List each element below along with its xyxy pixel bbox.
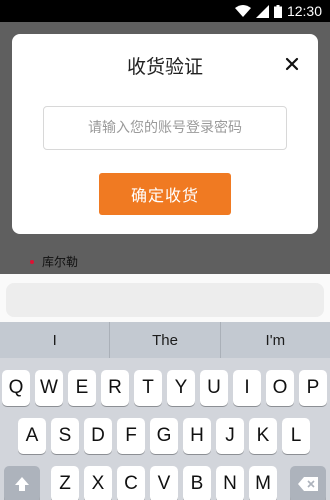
key-s[interactable]: S: [51, 418, 79, 454]
text-input-bar[interactable]: [6, 283, 324, 317]
password-input[interactable]: [43, 106, 287, 150]
key-i[interactable]: I: [233, 370, 261, 406]
list-item-label: 库尔勒: [42, 255, 79, 269]
shift-key[interactable]: [4, 466, 40, 500]
key-u[interactable]: U: [200, 370, 228, 406]
key-p[interactable]: P: [299, 370, 327, 406]
suggestion-bar: I The I'm: [0, 322, 330, 358]
key-x[interactable]: X: [84, 466, 112, 500]
receipt-verification-dialog: 收货验证 确定收货: [12, 34, 318, 234]
key-y[interactable]: Y: [167, 370, 195, 406]
key-r[interactable]: R: [101, 370, 129, 406]
list-item: 库尔勒: [30, 253, 78, 270]
bullet-icon: [30, 259, 34, 264]
key-v[interactable]: V: [150, 466, 178, 500]
status-icons: 12:30: [234, 2, 322, 20]
key-w[interactable]: W: [35, 370, 63, 406]
key-c[interactable]: C: [117, 466, 145, 500]
wifi-icon: [234, 4, 251, 17]
dialog-title: 收货验证: [126, 56, 203, 78]
status-time: 12:30: [286, 3, 322, 19]
key-z[interactable]: Z: [51, 466, 79, 500]
key-q[interactable]: Q: [2, 370, 30, 406]
key-o[interactable]: O: [266, 370, 294, 406]
key-e[interactable]: E: [68, 370, 96, 406]
suggestion-item[interactable]: I: [0, 322, 111, 358]
suggestion-item[interactable]: The: [110, 322, 221, 358]
key-j[interactable]: J: [216, 418, 244, 454]
signal-icon: [255, 4, 269, 18]
backspace-key[interactable]: [290, 466, 326, 500]
close-icon[interactable]: [284, 56, 300, 72]
key-k[interactable]: K: [249, 418, 277, 454]
battery-icon: [273, 4, 282, 18]
suggestion-item[interactable]: I'm: [221, 322, 330, 358]
key-d[interactable]: D: [84, 418, 112, 454]
confirm-receipt-button[interactable]: 确定收货: [99, 173, 231, 215]
key-f[interactable]: F: [117, 418, 145, 454]
key-l[interactable]: L: [282, 418, 310, 454]
backspace-icon: [298, 477, 318, 491]
soft-keyboard: I The I'm QWERTYUIOPASDFGHJKLZXCVBNM: [0, 322, 330, 500]
key-h[interactable]: H: [183, 418, 211, 454]
key-a[interactable]: A: [18, 418, 46, 454]
key-m[interactable]: M: [249, 466, 277, 500]
key-b[interactable]: B: [183, 466, 211, 500]
key-t[interactable]: T: [134, 370, 162, 406]
status-bar: 12:30: [0, 0, 330, 22]
key-n[interactable]: N: [216, 466, 244, 500]
key-g[interactable]: G: [150, 418, 178, 454]
shift-icon: [15, 477, 29, 491]
